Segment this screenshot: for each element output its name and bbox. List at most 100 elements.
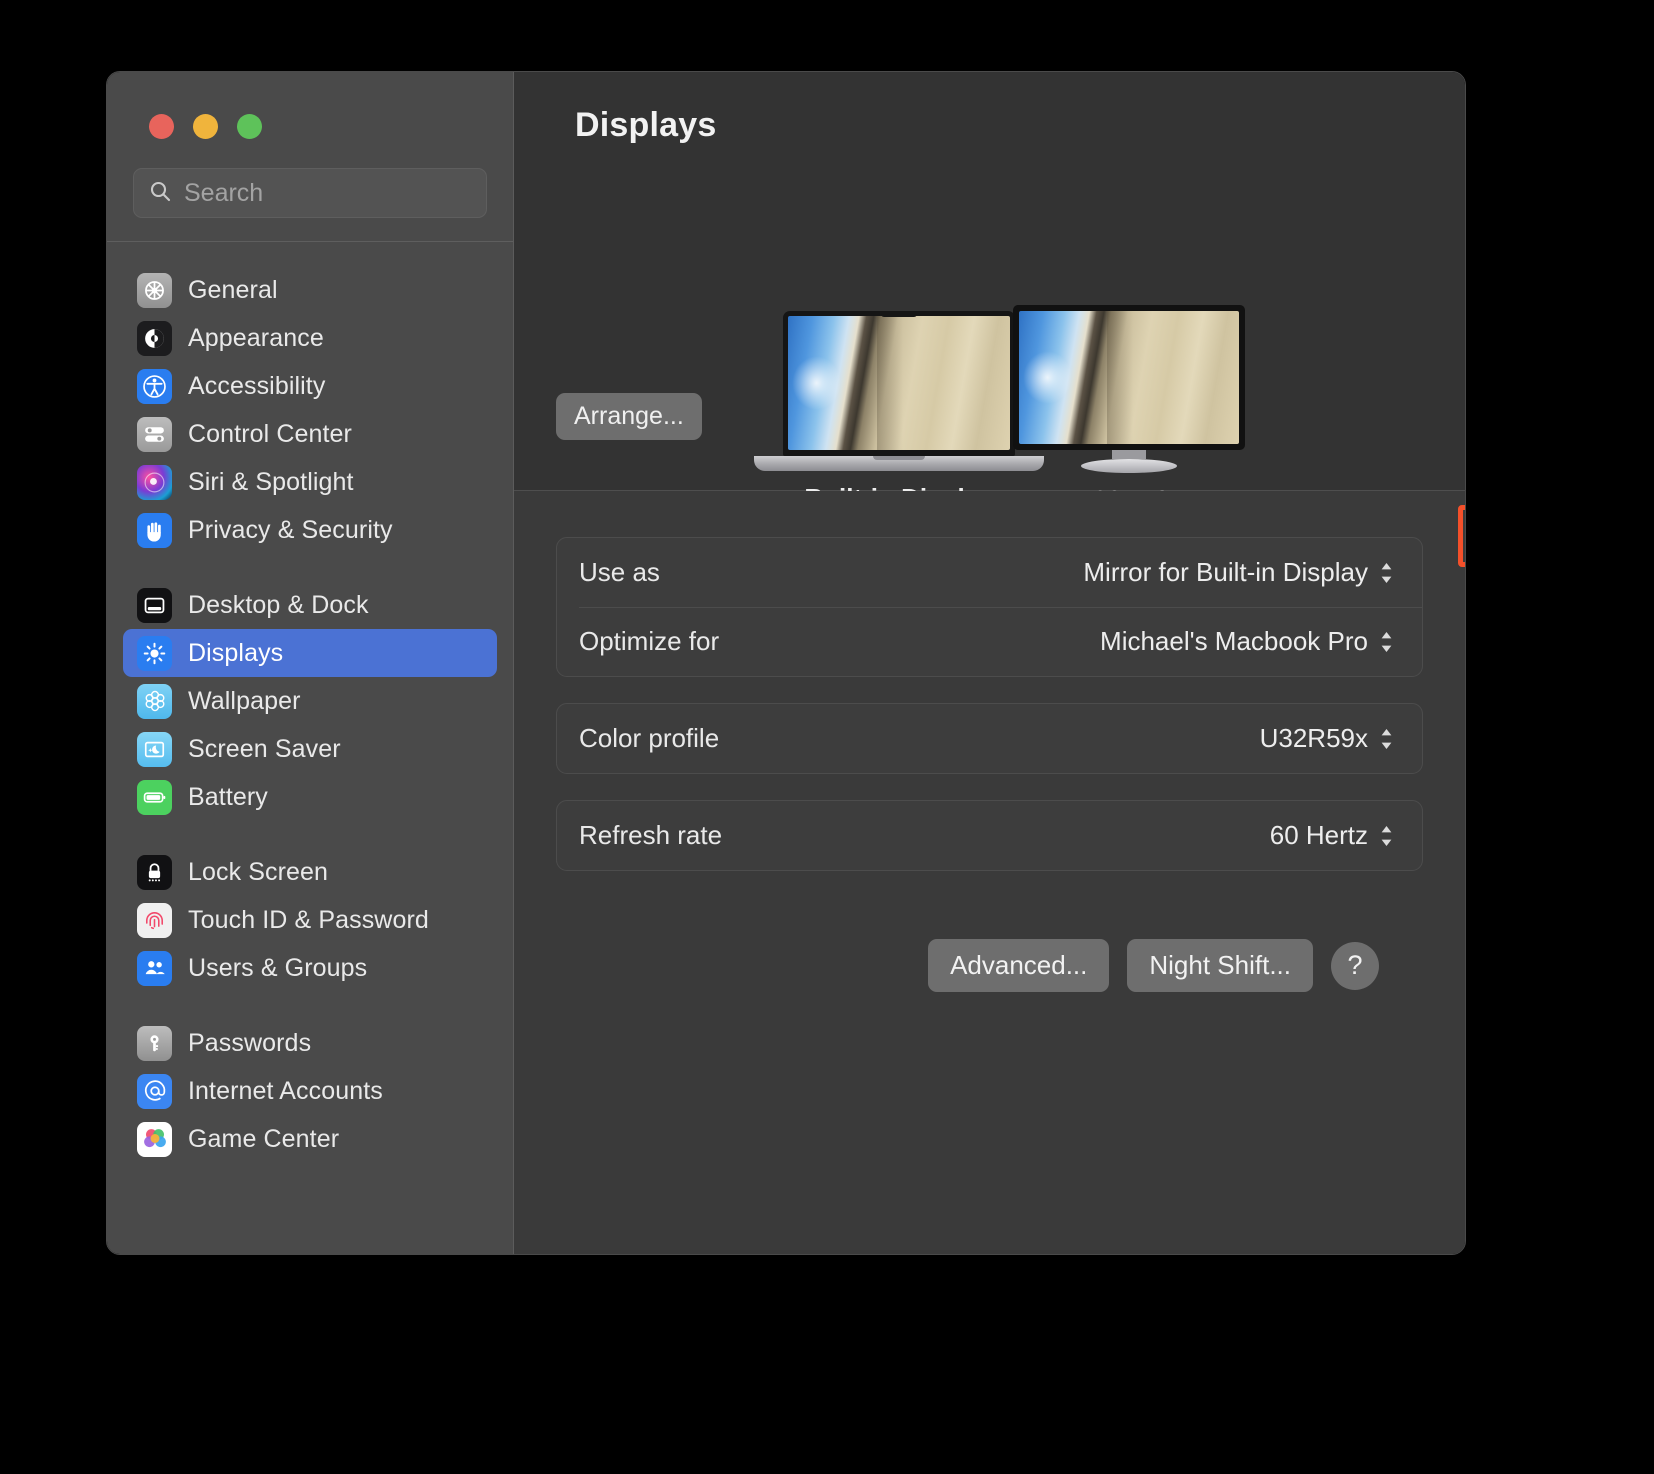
sidebar-item-label: Control Center (188, 420, 352, 449)
sidebar-item-label: Wallpaper (188, 687, 301, 716)
laptop-notch-icon (881, 311, 917, 317)
sidebar-item-displays[interactable]: Displays (123, 629, 497, 677)
zoom-button[interactable] (237, 114, 262, 139)
settings-area: Use as Mirror for Built-in Display Optim… (514, 491, 1465, 1254)
sidebar-item-label: Desktop & Dock (188, 591, 369, 620)
sidebar-item-lock-screen[interactable]: Lock Screen (123, 848, 497, 896)
nav-group-accounts: Passwords Internet Accounts (123, 1019, 497, 1163)
page-title: Displays (514, 72, 1465, 145)
sidebar-item-game-center[interactable]: Game Center (123, 1115, 497, 1163)
sidebar-item-control-center[interactable]: Control Center (123, 410, 497, 458)
help-button[interactable]: ? (1331, 942, 1379, 990)
arrange-button[interactable]: Arrange... (556, 393, 702, 440)
nav-group-security: Lock Screen Touch ID & Password (123, 848, 497, 992)
chevron-updown-icon (1379, 631, 1394, 653)
sidebar-item-label: Game Center (188, 1125, 339, 1154)
sidebar-item-label: Lock Screen (188, 858, 328, 887)
chevron-updown-icon (1379, 728, 1394, 750)
color-profile-value: U32R59x (1260, 723, 1368, 754)
sidebar-item-label: Displays (188, 639, 283, 668)
annotation-highlight-use-as (1458, 505, 1466, 567)
row-refresh-rate: Refresh rate 60 Hertz (557, 801, 1422, 870)
sidebar-item-label: Appearance (188, 324, 324, 353)
sidebar-item-siri-spotlight[interactable]: Siri & Spotlight (123, 458, 497, 506)
privacy-hand-icon (137, 513, 172, 548)
use-as-value: Mirror for Built-in Display (1083, 557, 1368, 588)
sidebar-item-label: Privacy & Security (188, 516, 393, 545)
sidebar-item-passwords[interactable]: Passwords (123, 1019, 497, 1067)
window-controls (107, 72, 513, 139)
sidebar-item-wallpaper[interactable]: Wallpaper (123, 677, 497, 725)
displays-preview-area: Arrange... Built-in Display U32R59x (514, 145, 1465, 490)
control-center-icon (137, 417, 172, 452)
wallpaper-icon (137, 684, 172, 719)
optimize-for-value: Michael's Macbook Pro (1100, 626, 1368, 657)
monitor-stand-base-icon (1081, 459, 1177, 473)
settings-group-refresh-rate: Refresh rate 60 Hertz (556, 800, 1423, 871)
sidebar-item-touch-id[interactable]: Touch ID & Password (123, 896, 497, 944)
game-center-icon (137, 1122, 172, 1157)
sidebar-item-battery[interactable]: Battery (123, 773, 497, 821)
advanced-button[interactable]: Advanced... (928, 939, 1109, 992)
sidebar-item-label: Screen Saver (188, 735, 341, 764)
sidebar: General Appearance (107, 72, 514, 1254)
appearance-icon (137, 321, 172, 356)
monitor-stand-neck-icon (1112, 450, 1146, 459)
settings-group-color-profile: Color profile U32R59x (556, 703, 1423, 774)
desktop-dock-icon (137, 588, 172, 623)
battery-icon (137, 780, 172, 815)
lock-icon (137, 855, 172, 890)
night-shift-button[interactable]: Night Shift... (1127, 939, 1313, 992)
sidebar-item-accessibility[interactable]: Accessibility (123, 362, 497, 410)
at-sign-icon (137, 1074, 172, 1109)
sidebar-item-internet-accounts[interactable]: Internet Accounts (123, 1067, 497, 1115)
displays-sun-icon (137, 636, 172, 671)
action-buttons: Advanced... Night Shift... ? (556, 897, 1423, 992)
close-button[interactable] (149, 114, 174, 139)
wallpaper-preview (788, 316, 1010, 450)
color-profile-dropdown[interactable]: U32R59x (1254, 719, 1400, 758)
chevron-updown-icon (1379, 562, 1394, 584)
minimize-button[interactable] (193, 114, 218, 139)
search-box[interactable] (133, 168, 487, 218)
sidebar-item-label: General (188, 276, 278, 305)
row-label: Optimize for (579, 626, 719, 657)
key-icon (137, 1026, 172, 1061)
touch-id-icon (137, 903, 172, 938)
accessibility-icon (137, 369, 172, 404)
system-settings-window: General Appearance (106, 71, 1466, 1255)
display-thumb-external[interactable]: U32R59x (984, 305, 1274, 516)
refresh-rate-dropdown[interactable]: 60 Hertz (1264, 816, 1400, 855)
sidebar-item-screen-saver[interactable]: Screen Saver (123, 725, 497, 773)
refresh-rate-value: 60 Hertz (1270, 820, 1368, 851)
row-label: Refresh rate (579, 820, 722, 851)
sidebar-item-general[interactable]: General (123, 266, 497, 314)
sidebar-item-users-groups[interactable]: Users & Groups (123, 944, 497, 992)
search-container (107, 139, 513, 218)
sidebar-item-appearance[interactable]: Appearance (123, 314, 497, 362)
sidebar-item-label: Battery (188, 783, 268, 812)
search-icon (148, 179, 172, 208)
sidebar-item-label: Passwords (188, 1029, 311, 1058)
monitor-screen-icon (1013, 305, 1245, 450)
optimize-for-dropdown[interactable]: Michael's Macbook Pro (1094, 622, 1400, 661)
search-input[interactable] (184, 179, 506, 208)
nav-group-system: General Appearance (123, 266, 497, 554)
gear-icon (137, 273, 172, 308)
sidebar-item-label: Accessibility (188, 372, 325, 401)
sidebar-item-label: Users & Groups (188, 954, 367, 983)
row-use-as: Use as Mirror for Built-in Display (557, 538, 1422, 607)
use-as-dropdown[interactable]: Mirror for Built-in Display (1077, 553, 1400, 592)
users-groups-icon (137, 951, 172, 986)
settings-group-use-as: Use as Mirror for Built-in Display Optim… (556, 537, 1423, 677)
row-optimize-for: Optimize for Michael's Macbook Pro (557, 607, 1422, 676)
sidebar-item-label: Internet Accounts (188, 1077, 383, 1106)
sidebar-item-desktop-dock[interactable]: Desktop & Dock (123, 581, 497, 629)
sidebar-nav[interactable]: General Appearance (107, 242, 513, 1254)
main-panel: Displays Arrange... Built-in Display U (514, 72, 1465, 1254)
sidebar-item-privacy-security[interactable]: Privacy & Security (123, 506, 497, 554)
row-label: Color profile (579, 723, 719, 754)
siri-icon (137, 465, 172, 500)
sidebar-item-label: Siri & Spotlight (188, 468, 354, 497)
row-color-profile: Color profile U32R59x (557, 704, 1422, 773)
